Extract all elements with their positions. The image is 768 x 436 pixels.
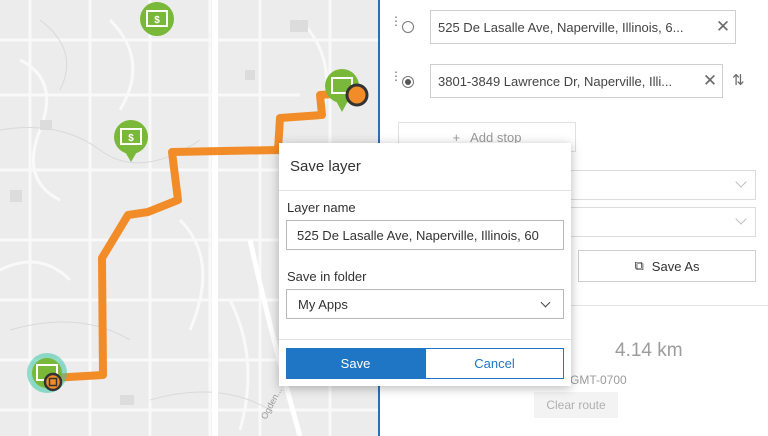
radio-icon[interactable] (402, 21, 414, 33)
save-as-label: Save As (651, 258, 700, 274)
cancel-button[interactable]: Cancel (425, 348, 564, 379)
divider (279, 339, 571, 340)
chevron-down-icon (735, 176, 747, 188)
stop-address: 525 De Lasalle Ave, Naperville, Illinois… (438, 19, 684, 35)
swap-icon[interactable]: ⇅ (732, 71, 745, 89)
svg-text:$: $ (128, 133, 134, 144)
stop-row: ⋮ (390, 15, 414, 36)
chevron-down-icon (735, 213, 747, 225)
layer-name-label: Layer name (287, 200, 356, 215)
save-layer-dialog: Save layer Layer name Save in folder My … (279, 143, 571, 386)
stop-input[interactable]: 3801-3849 Lawrence Dr, Naperville, Illi.… (430, 64, 723, 98)
departure-select[interactable] (570, 207, 756, 237)
drag-handle-icon[interactable]: ⋮ (390, 15, 402, 36)
divider (279, 190, 571, 191)
start-stop-marker[interactable] (27, 353, 67, 393)
close-icon[interactable]: ✕ (711, 17, 735, 37)
layer-name-input[interactable] (286, 220, 564, 250)
folder-value: My Apps (298, 296, 348, 312)
copy-icon: ⧉ (634, 258, 644, 273)
route-timezone: GMT-0700 (570, 373, 627, 387)
radio-icon[interactable] (402, 76, 414, 88)
dialog-title: Save layer (290, 158, 361, 175)
save-button[interactable]: Save (286, 348, 425, 379)
close-icon[interactable]: ✕ (698, 71, 722, 91)
route-distance: 4.14 km (615, 340, 683, 361)
clear-route-button[interactable]: Clear route (534, 392, 618, 418)
folder-select[interactable]: My Apps (286, 289, 564, 319)
chevron-down-icon (540, 297, 551, 308)
stop-row: ⋮ (390, 70, 414, 91)
folder-label: Save in folder (287, 269, 367, 284)
svg-text:$: $ (154, 15, 160, 26)
stop-address: 3801-3849 Lawrence Dr, Naperville, Illi.… (438, 73, 673, 89)
stop-input[interactable]: 525 De Lasalle Ave, Naperville, Illinois… (430, 10, 736, 44)
travel-mode-select[interactable] (570, 170, 756, 200)
end-stop-marker[interactable] (345, 83, 369, 107)
save-as-button[interactable]: ⧉ Save As (578, 250, 756, 282)
drag-handle-icon[interactable]: ⋮ (390, 70, 402, 91)
